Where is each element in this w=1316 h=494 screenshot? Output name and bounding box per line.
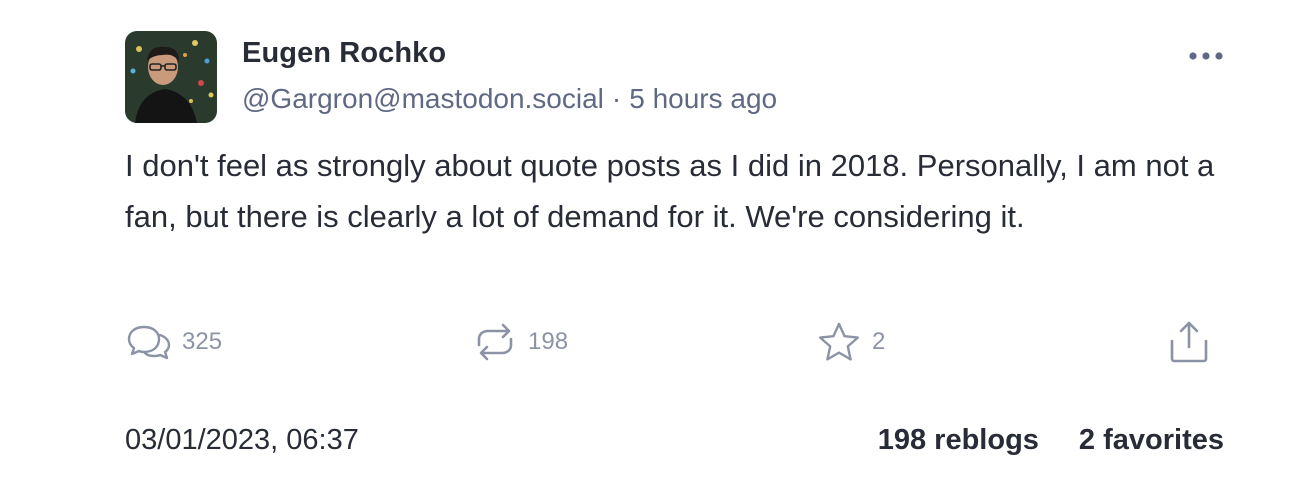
post-card: Eugen Rochko @Gargron@mastodon.social · 5 … <box>0 0 1316 494</box>
post-timestamp[interactable]: 03/01/2023, 06:37 <box>125 424 359 457</box>
reblogs-link[interactable]: 198 reblogs <box>878 424 1039 456</box>
post-content: I don't feel as strongly about quote pos… <box>125 148 1215 234</box>
reblog-icon <box>477 323 513 361</box>
reply-count: 325 <box>182 328 223 355</box>
post-stats: 198 reblogs 2 favorites <box>878 424 1224 457</box>
reblog-button[interactable]: 198 <box>472 318 568 366</box>
more-options-button[interactable] <box>1184 42 1228 70</box>
share-button[interactable] <box>1166 318 1212 366</box>
reply-button[interactable]: 325 <box>126 318 222 366</box>
meta-separator: · <box>611 83 622 114</box>
favorite-button[interactable]: 2 <box>816 318 885 366</box>
star-icon <box>819 322 859 361</box>
reblog-count: 198 <box>528 328 569 355</box>
relative-timestamp[interactable]: 5 hours ago <box>629 83 777 114</box>
favorites-link[interactable]: 2 favorites <box>1079 424 1224 456</box>
reply-icon <box>127 325 171 360</box>
share-icon <box>1170 321 1208 363</box>
favorite-count: 2 <box>872 328 886 355</box>
avatar-image <box>125 31 217 123</box>
post-meta: @Gargron@mastodon.social · 5 hours ago <box>242 83 777 115</box>
author-handle[interactable]: @Gargron@mastodon.social <box>242 83 604 114</box>
more-icon <box>1189 52 1223 60</box>
author-display-name[interactable]: Eugen Rochko <box>242 37 446 70</box>
avatar[interactable] <box>125 31 217 123</box>
